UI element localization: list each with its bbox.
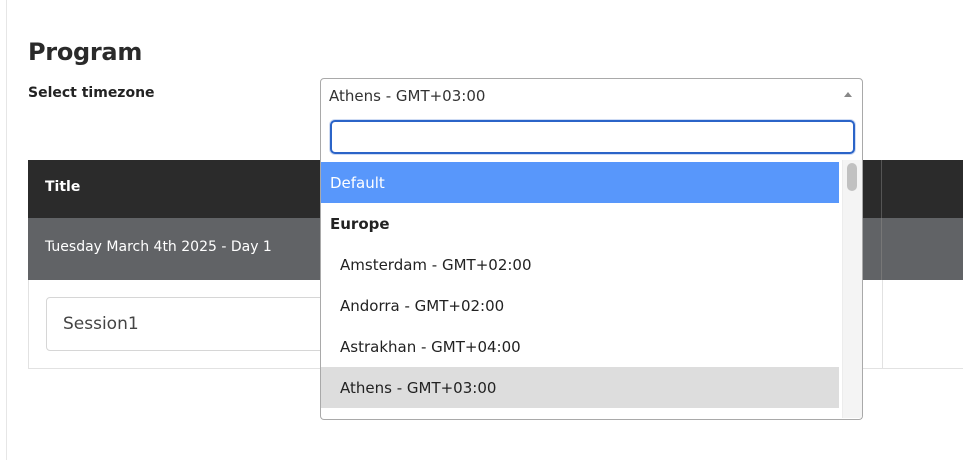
timezone-option-andorra[interactable]: Andorra - GMT+02:00 <box>321 285 839 326</box>
table-header-title: Title <box>45 179 81 195</box>
page-left-border <box>6 0 7 460</box>
timezone-selected-value: Athens - GMT+03:00 <box>329 86 486 105</box>
dropdown-search-wrap <box>321 112 862 160</box>
timezone-results-list: Default Europe Amsterdam - GMT+02:00 And… <box>321 162 839 419</box>
column-divider <box>881 218 882 280</box>
caret-up-icon <box>844 92 852 97</box>
timezone-option-astrakhan[interactable]: Astrakhan - GMT+04:00 <box>321 326 839 367</box>
scrollbar-thumb[interactable] <box>847 163 857 191</box>
timezone-dropdown: Default Europe Amsterdam - GMT+02:00 And… <box>320 112 863 420</box>
timezone-select[interactable]: Athens - GMT+03:00 <box>320 78 863 113</box>
session-title-input[interactable] <box>46 297 346 351</box>
page-title: Program <box>28 38 143 66</box>
timezone-option-athens[interactable]: Athens - GMT+03:00 <box>321 367 839 408</box>
column-divider <box>882 280 883 368</box>
dropdown-scrollbar[interactable] <box>842 160 862 418</box>
timezone-label: Select timezone <box>28 85 155 101</box>
timezone-option-default[interactable]: Default <box>321 162 839 203</box>
timezone-search-input[interactable] <box>330 120 855 154</box>
day-label: Tuesday March 4th 2025 - Day 1 <box>45 239 272 255</box>
timezone-group-europe: Europe <box>330 214 390 233</box>
timezone-option-amsterdam[interactable]: Amsterdam - GMT+02:00 <box>321 244 839 285</box>
column-divider <box>881 160 882 218</box>
